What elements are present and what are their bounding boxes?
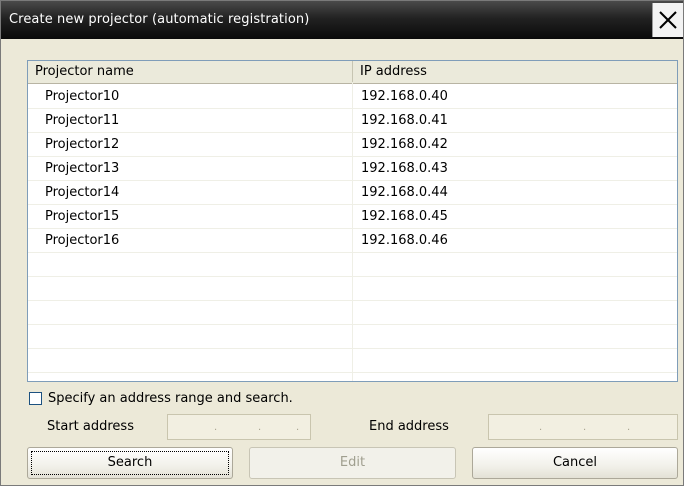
column-header-ip-address[interactable]: IP address (353, 61, 677, 82)
close-button[interactable] (652, 3, 683, 37)
table-row[interactable]: Projector10 192.168.0.40 (28, 85, 677, 109)
table-row[interactable]: Projector12 192.168.0.42 (28, 133, 677, 157)
table-row[interactable]: Projector16 192.168.0.46 (28, 229, 677, 253)
projector-name-cell: Projector15 (45, 209, 120, 224)
address-range-checkbox-label[interactable]: Specify an address range and search. (48, 391, 293, 406)
end-address-label: End address (369, 419, 449, 434)
start-address-field[interactable]: . . . (167, 414, 311, 440)
ip-address-cell: 192.168.0.46 (361, 233, 448, 248)
projector-name-cell: Projector11 (45, 113, 120, 128)
list-rows: Projector10 192.168.0.40 Projector11 192… (28, 85, 677, 373)
close-icon (659, 11, 677, 29)
table-row[interactable]: Projector11 192.168.0.41 (28, 109, 677, 133)
projector-name-cell: Projector12 (45, 137, 120, 152)
table-row[interactable]: Projector15 192.168.0.45 (28, 205, 677, 229)
ip-address-cell: 192.168.0.45 (361, 209, 448, 224)
projector-name-cell: Projector13 (45, 161, 120, 176)
ip-address-cell: 192.168.0.41 (361, 113, 448, 128)
title-bar: Create new projector (automatic registra… (1, 1, 683, 39)
table-row[interactable]: Projector14 192.168.0.44 (28, 181, 677, 205)
projector-name-cell: Projector16 (45, 233, 120, 248)
empty-row (28, 253, 677, 277)
empty-row (28, 277, 677, 301)
window-title: Create new projector (automatic registra… (9, 12, 310, 27)
cancel-button[interactable]: Cancel (472, 447, 678, 479)
projector-name-cell: Projector10 (45, 89, 120, 104)
table-row[interactable]: Projector13 192.168.0.43 (28, 157, 677, 181)
list-header: Projector name IP address (28, 61, 677, 84)
edit-button[interactable]: Edit (249, 447, 456, 479)
empty-row (28, 349, 677, 373)
column-header-projector-name[interactable]: Projector name (28, 61, 353, 82)
projector-list[interactable]: Projector name IP address Projector10 19… (27, 60, 678, 382)
ip-address-cell: 192.168.0.40 (361, 89, 448, 104)
address-range-checkbox[interactable] (29, 392, 42, 405)
dialog-window: Create new projector (automatic registra… (0, 0, 684, 486)
projector-name-cell: Projector14 (45, 185, 120, 200)
search-button[interactable]: Search (27, 447, 233, 479)
ip-address-cell: 192.168.0.42 (361, 137, 448, 152)
end-address-field[interactable]: . . . (488, 414, 678, 440)
empty-row (28, 301, 677, 325)
ip-address-cell: 192.168.0.43 (361, 161, 448, 176)
empty-row (28, 325, 677, 349)
start-address-label: Start address (47, 419, 134, 434)
ip-address-cell: 192.168.0.44 (361, 185, 448, 200)
